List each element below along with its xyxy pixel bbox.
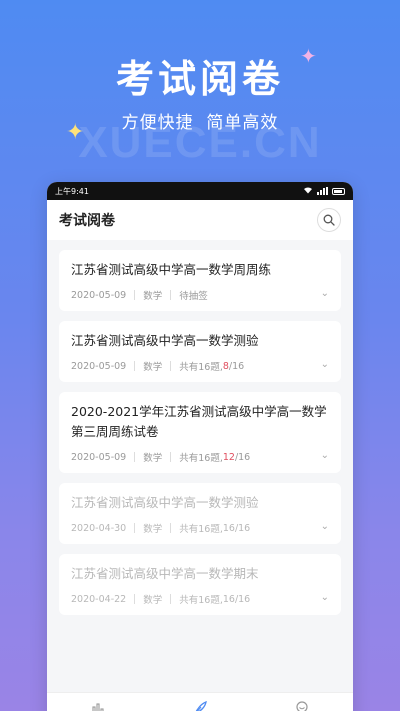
chevron-down-icon[interactable]: ⌄ <box>321 592 329 603</box>
hero-title: 考试阅卷 <box>115 57 284 101</box>
phone-frame: 上午9:41 考试阅卷 江苏省测试高级中学高一数学周周练 2020-05-09 <box>47 182 353 711</box>
exam-title: 江苏省测试高级中学高一数学测验 <box>71 333 259 348</box>
app-bar: 考试阅卷 <box>47 200 353 240</box>
page-title: 考试阅卷 <box>59 213 115 229</box>
exam-card[interactable]: 江苏省测试高级中学高一数学测验 2020-05-09 数学 共有16题, 8 /… <box>59 321 341 382</box>
wifi-icon <box>303 186 313 196</box>
tab-grading[interactable] <box>192 700 208 711</box>
exam-title: 2020-2021学年江苏省测试高级中学高一数学第三周周练试卷 <box>71 404 327 439</box>
search-icon <box>323 214 335 226</box>
exam-status: 待抽签 <box>179 291 208 302</box>
exam-subject: 数学 <box>143 291 163 302</box>
sparkle-icon: ✦ <box>300 44 317 68</box>
exam-total: /16 <box>234 593 251 605</box>
exam-total: /16 <box>234 522 251 534</box>
exam-date: 2020-04-30 <box>71 522 127 534</box>
chart-icon <box>92 702 104 711</box>
feather-icon <box>195 700 207 711</box>
exam-total: /16 <box>234 451 251 463</box>
sparkle-icon: ✦ <box>66 120 85 145</box>
chevron-down-icon[interactable]: ⌄ <box>321 521 329 532</box>
tab-profile[interactable] <box>294 700 310 711</box>
exam-title: 江苏省测试高级中学高一数学期末 <box>71 566 259 581</box>
chevron-down-icon[interactable]: ⌄ <box>321 359 329 370</box>
exam-date: 2020-04-22 <box>71 593 127 605</box>
exam-count: 共有16题, <box>179 362 223 373</box>
exam-count: 共有16题, <box>179 524 223 535</box>
exam-card[interactable]: 江苏省测试高级中学高一数学测验 2020-04-30 数学 共有16题, 16 … <box>59 483 341 544</box>
exam-subject: 数学 <box>143 524 163 535</box>
tab-statistics[interactable] <box>90 701 106 711</box>
status-bar: 上午9:41 <box>47 182 353 200</box>
exam-date: 2020-05-09 <box>71 360 127 372</box>
exam-count: 共有16题, <box>179 453 223 464</box>
exam-title: 江苏省测试高级中学高一数学周周练 <box>71 262 272 277</box>
exam-title: 江苏省测试高级中学高一数学测验 <box>71 495 259 510</box>
exam-done: 12 <box>222 451 235 463</box>
signal-icon <box>317 187 328 195</box>
chevron-down-icon[interactable]: ⌄ <box>321 288 329 299</box>
exam-list: 江苏省测试高级中学高一数学周周练 2020-05-09 数学 待抽签 ⌄ 江苏省… <box>47 240 353 615</box>
status-time: 上午9:41 <box>55 186 89 196</box>
exam-count: 共有16题, <box>179 595 223 606</box>
exam-subject: 数学 <box>143 362 163 373</box>
medal-icon <box>296 700 308 711</box>
exam-card[interactable]: 江苏省测试高级中学高一数学期末 2020-04-22 数学 共有16题, 16 … <box>59 554 341 615</box>
battery-icon <box>332 187 345 195</box>
exam-card[interactable]: 2020-2021学年江苏省测试高级中学高一数学第三周周练试卷 2020-05-… <box>59 392 341 473</box>
exam-done: 16 <box>222 522 235 534</box>
exam-date: 2020-05-09 <box>71 289 127 301</box>
hero-subtitle: 方便快捷 简单高效 <box>121 113 279 133</box>
exam-done: 16 <box>222 593 235 605</box>
exam-subject: 数学 <box>143 595 163 606</box>
exam-card[interactable]: 江苏省测试高级中学高一数学周周练 2020-05-09 数学 待抽签 ⌄ <box>59 250 341 311</box>
bottom-tab-bar <box>47 692 353 711</box>
chevron-down-icon[interactable]: ⌄ <box>321 450 329 461</box>
exam-subject: 数学 <box>143 453 163 464</box>
exam-date: 2020-05-09 <box>71 451 127 463</box>
search-button[interactable] <box>317 208 341 232</box>
exam-total: /16 <box>228 360 245 372</box>
